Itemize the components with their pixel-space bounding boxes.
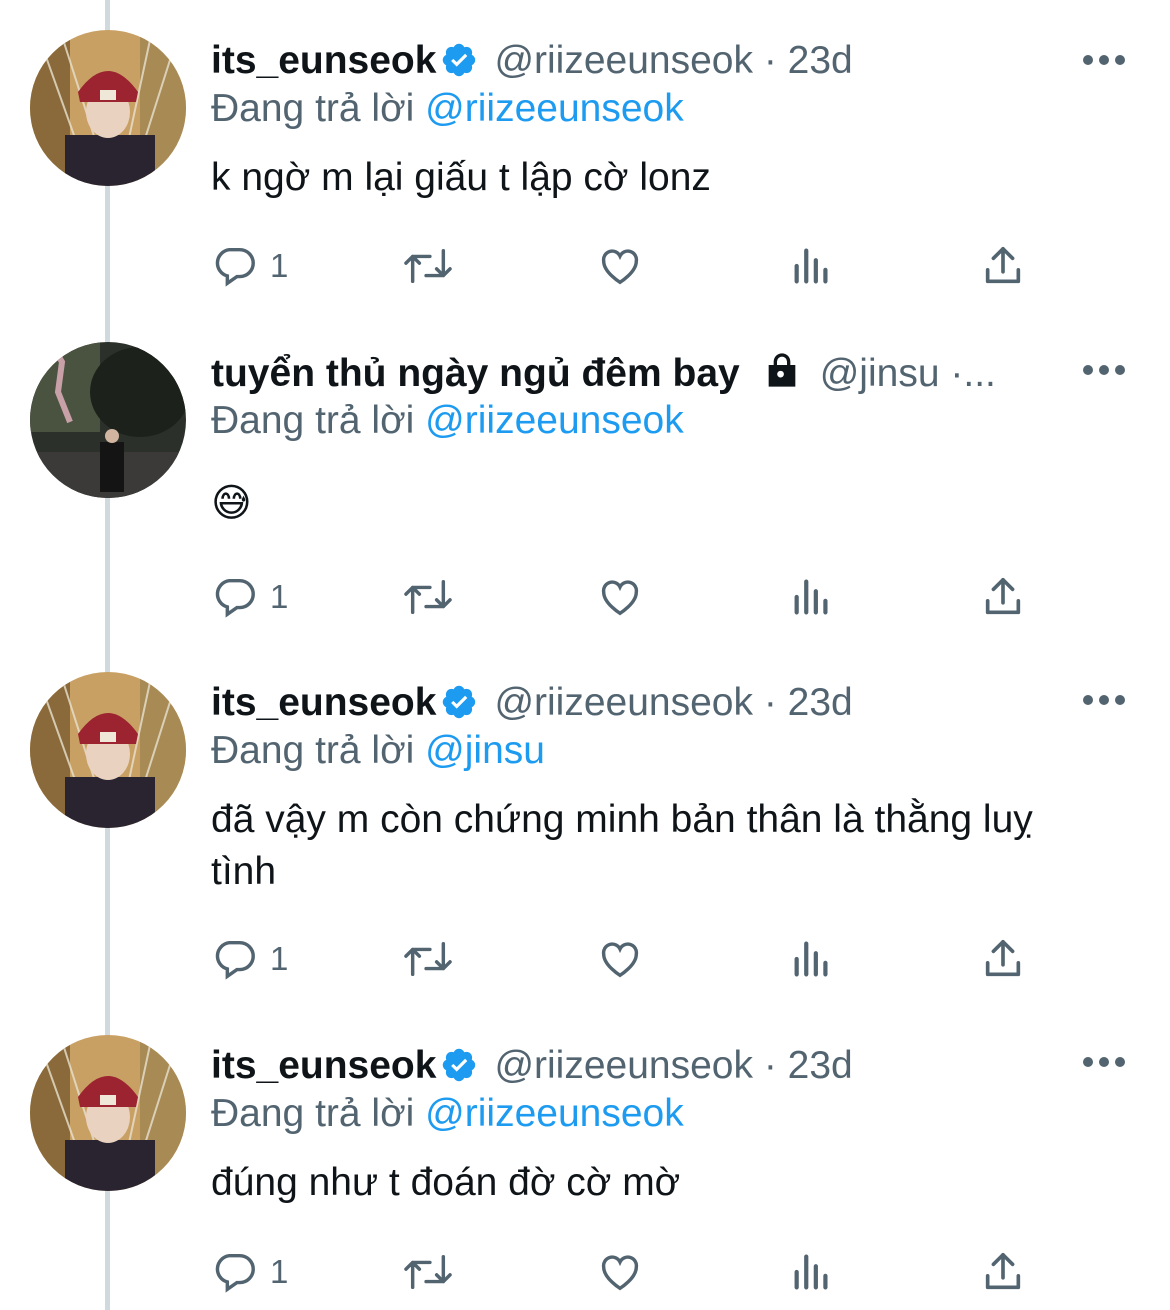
views-icon bbox=[794, 941, 828, 977]
reply-button[interactable]: 1 bbox=[212, 931, 288, 987]
action-bar: 1 bbox=[0, 1244, 1170, 1300]
avatar[interactable] bbox=[30, 672, 186, 828]
views-icon bbox=[794, 579, 828, 615]
share-icon bbox=[985, 246, 1021, 284]
share-button[interactable] bbox=[980, 1244, 1026, 1300]
replying-to-label: Đang trả lời bbox=[211, 87, 415, 130]
reply-count: 1 bbox=[270, 1253, 289, 1290]
share-button[interactable] bbox=[980, 569, 1026, 625]
views-icon bbox=[794, 248, 828, 284]
tweet-text: 😅 bbox=[211, 478, 1091, 530]
replying-to-label: Đang trả lời bbox=[211, 1092, 415, 1135]
like-icon bbox=[601, 249, 639, 285]
tweet-text: đã vậy m còn chứng minh bản thân là thằn… bbox=[211, 798, 1033, 893]
tweet-header: tuyển thủ ngày ngủ đêm bay @jinsu ·... bbox=[211, 350, 1060, 396]
tweet-header: its_eunseok @riizeeunseok · 23d bbox=[211, 1043, 1060, 1089]
separator-dot: ·... bbox=[950, 352, 996, 395]
timestamp[interactable]: 23d bbox=[788, 681, 853, 724]
display-name[interactable]: its_eunseok bbox=[211, 681, 436, 724]
avatar[interactable] bbox=[30, 342, 186, 498]
like-button[interactable] bbox=[596, 931, 644, 987]
mention-link[interactable]: @riizeeunseok bbox=[425, 399, 684, 442]
user-handle[interactable]: @riizeeunseok bbox=[494, 1044, 753, 1087]
more-options-icon[interactable] bbox=[1082, 1052, 1126, 1072]
more-options-icon[interactable] bbox=[1082, 360, 1126, 380]
retweet-icon bbox=[404, 579, 452, 615]
share-button[interactable] bbox=[980, 931, 1026, 987]
like-button[interactable] bbox=[596, 1244, 644, 1300]
timestamp[interactable]: 23d bbox=[788, 1044, 853, 1087]
like-button[interactable] bbox=[596, 238, 644, 294]
retweet-icon bbox=[404, 248, 452, 284]
replying-to-label: Đang trả lời bbox=[211, 729, 415, 772]
mention-link[interactable]: @riizeeunseok bbox=[425, 1092, 684, 1135]
action-bar: 1 bbox=[0, 238, 1170, 294]
reply-icon bbox=[215, 1253, 255, 1293]
verified-badge-icon bbox=[440, 683, 478, 726]
avatar[interactable] bbox=[30, 1035, 186, 1191]
share-icon bbox=[985, 577, 1021, 615]
retweet-button[interactable] bbox=[400, 931, 456, 987]
replying-to: Đang trả lời @riizeeunseok bbox=[211, 86, 684, 132]
tweet-text: k ngờ m lại giấu t lập cờ lonz bbox=[211, 156, 711, 199]
views-button[interactable] bbox=[790, 1244, 834, 1300]
separator-dot: · bbox=[763, 681, 777, 724]
lock-icon bbox=[762, 350, 802, 396]
like-icon bbox=[601, 580, 639, 616]
more-options-icon[interactable] bbox=[1082, 50, 1126, 70]
retweet-button[interactable] bbox=[400, 238, 456, 294]
replying-to-label: Đang trả lời bbox=[211, 399, 415, 442]
like-button[interactable] bbox=[596, 569, 644, 625]
views-button[interactable] bbox=[790, 238, 834, 294]
retweet-button[interactable] bbox=[400, 569, 456, 625]
reply-button[interactable]: 1 bbox=[212, 238, 288, 294]
reply-icon bbox=[215, 940, 255, 980]
tweet-header: its_eunseok @riizeeunseok · 23d bbox=[211, 680, 1060, 726]
mention-link[interactable]: @riizeeunseok bbox=[425, 87, 684, 130]
retweet-button[interactable] bbox=[400, 1244, 456, 1300]
display-name[interactable]: tuyển thủ ngày ngủ đêm bay bbox=[211, 352, 740, 395]
display-name[interactable]: its_eunseok bbox=[211, 1044, 436, 1087]
like-icon bbox=[601, 942, 639, 978]
tweet-text: đúng như t đoán đờ cờ mờ bbox=[211, 1161, 681, 1204]
separator-dot: · bbox=[763, 1044, 777, 1087]
display-name[interactable]: its_eunseok bbox=[211, 39, 436, 82]
action-bar: 1 bbox=[0, 569, 1170, 625]
timestamp[interactable]: 23d bbox=[788, 39, 853, 82]
more-options-icon[interactable] bbox=[1082, 690, 1126, 710]
sweat-smile-emoji: 😅 bbox=[211, 482, 252, 525]
reply-icon bbox=[215, 247, 255, 287]
reply-button[interactable]: 1 bbox=[212, 1244, 288, 1300]
separator-dot: · bbox=[763, 39, 777, 82]
views-button[interactable] bbox=[790, 569, 834, 625]
share-button[interactable] bbox=[980, 238, 1026, 294]
user-handle[interactable]: @jinsu bbox=[820, 352, 940, 395]
replying-to: Đang trả lời @jinsu bbox=[211, 728, 545, 774]
retweet-icon bbox=[404, 941, 452, 977]
replying-to: Đang trả lời @riizeeunseok bbox=[211, 1091, 684, 1137]
action-bar: 1 bbox=[0, 931, 1170, 987]
user-handle[interactable]: @riizeeunseok bbox=[494, 39, 753, 82]
views-button[interactable] bbox=[790, 931, 834, 987]
reply-button[interactable]: 1 bbox=[212, 569, 288, 625]
mention-link[interactable]: @jinsu bbox=[425, 729, 545, 772]
share-icon bbox=[985, 1252, 1021, 1290]
reply-count: 1 bbox=[270, 578, 289, 615]
verified-badge-icon bbox=[440, 41, 478, 84]
tweet-header: its_eunseok @riizeeunseok · 23d bbox=[211, 38, 1060, 84]
share-icon bbox=[985, 939, 1021, 977]
verified-badge-icon bbox=[440, 1046, 478, 1089]
reply-count: 1 bbox=[270, 247, 289, 284]
replying-to: Đang trả lời @riizeeunseok bbox=[211, 398, 684, 444]
retweet-icon bbox=[404, 1254, 452, 1290]
user-handle[interactable]: @riizeeunseok bbox=[494, 681, 753, 724]
views-icon bbox=[794, 1254, 828, 1290]
reply-icon bbox=[215, 578, 255, 618]
avatar[interactable] bbox=[30, 30, 186, 186]
like-icon bbox=[601, 1255, 639, 1291]
reply-count: 1 bbox=[270, 940, 289, 977]
